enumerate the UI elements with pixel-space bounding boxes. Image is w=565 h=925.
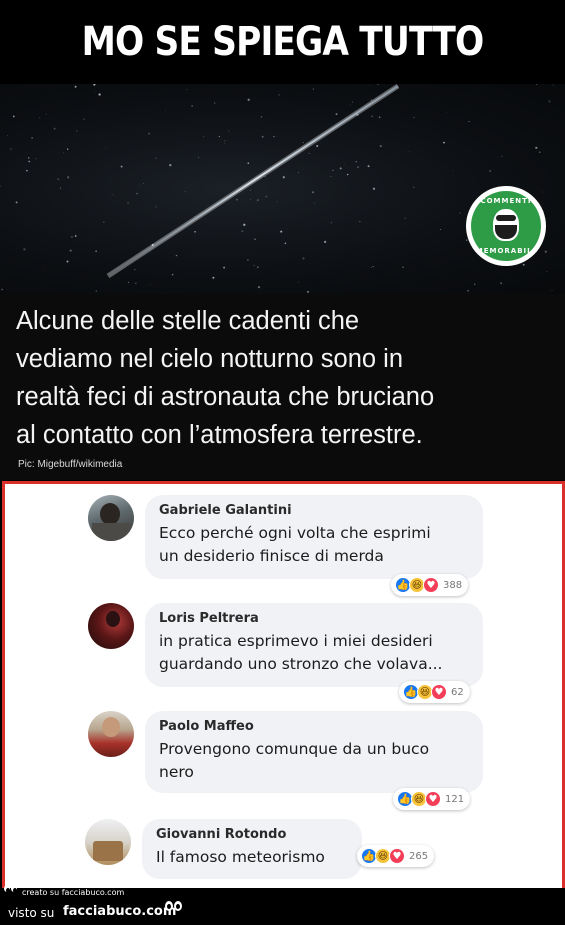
comment-line: Il famoso meteorismo	[156, 848, 325, 866]
site-link[interactable]: facciabuco.com	[63, 904, 176, 919]
avatar[interactable]	[88, 495, 134, 541]
comment-line: Ecco perché ogni volta che esprimi	[159, 524, 431, 542]
love-icon: ♥	[431, 684, 447, 700]
avatar[interactable]	[85, 819, 131, 865]
comment-author[interactable]: Paolo Maffeo	[159, 719, 469, 734]
reaction-count: 265	[409, 850, 429, 862]
created-on-text: creato su facciabuco.com	[22, 888, 125, 897]
eyes-logo-icon	[165, 901, 182, 911]
comment-text: Il famoso meteorismo	[156, 846, 348, 869]
comment-text: Ecco perché ogni volta che esprimi un de…	[159, 522, 469, 568]
reaction-count: 121	[445, 793, 465, 805]
reaction-summary[interactable]: 👍 😆 ♥ 388	[391, 574, 469, 596]
comment-line: in pratica esprimevo i miei desideri	[159, 632, 433, 650]
reaction-summary[interactable]: 👍 😆 ♥ 121	[393, 788, 471, 810]
love-icon: ♥	[423, 577, 439, 593]
visto-su-text: visto su	[8, 906, 55, 920]
reaction-count: 62	[451, 686, 464, 698]
commenti-memorabili-logo: COMMENTI MEMORABILI	[466, 186, 546, 266]
reaction-summary[interactable]: 👍 😆 ♥ 265	[357, 845, 435, 867]
meme-headline: MO SE SPIEGA TUTTO	[39, 0, 526, 84]
avatar[interactable]	[88, 603, 134, 649]
love-icon: ♥	[425, 791, 441, 807]
meme-caption: Alcune delle stelle cadenti che vediamo …	[16, 302, 556, 454]
comment-bubble: Giovanni Rotondo Il famoso meteorismo	[142, 819, 362, 879]
reaction-count: 388	[443, 579, 463, 591]
bearded-face-icon	[493, 209, 519, 241]
badge-bottom-text: MEMORABILI	[475, 247, 537, 255]
comment-line: un desiderio finisce di merda	[159, 547, 384, 565]
love-icon: ♥	[389, 848, 405, 864]
caption-line: al contatto con l’atmosfera terrestre.	[16, 421, 423, 449]
comment-author[interactable]: Loris Peltrera	[159, 611, 469, 626]
shooting-star-graphic	[0, 84, 554, 294]
comment-bubble: Paolo Maffeo Provengono comunque da un b…	[145, 711, 483, 793]
caption-line: vediamo nel cielo notturno sono in	[16, 345, 403, 373]
avatar[interactable]	[88, 711, 134, 757]
comment-line: nero	[159, 763, 194, 781]
comment-bubble: Gabriele Galantini Ecco perché ogni volt…	[145, 495, 483, 579]
badge-top-text: COMMENTI	[480, 197, 532, 205]
caption-line: Alcune delle stelle cadenti che	[16, 307, 360, 335]
comment-line: Provengono comunque da un buco	[159, 740, 430, 758]
caption-line: realtà feci di astronauta che bruciano	[16, 383, 435, 411]
reaction-summary[interactable]: 👍 😆 ♥ 62	[399, 681, 470, 703]
comment-bubble: Loris Peltrera in pratica esprimevo i mi…	[145, 603, 483, 687]
comment-line: guardando uno stronzo che volava...	[159, 655, 443, 673]
comments-panel: Gabriele Galantini Ecco perché ogni volt…	[2, 481, 565, 891]
eyes-logo-icon	[4, 885, 17, 893]
night-sky-photo	[0, 84, 565, 294]
comment-author[interactable]: Giovanni Rotondo	[156, 827, 348, 842]
footer: creato su facciabuco.com visto su faccia…	[0, 885, 565, 925]
comment-author[interactable]: Gabriele Galantini	[159, 503, 469, 518]
caption-area: Alcune delle stelle cadenti che vediamo …	[0, 294, 565, 480]
comment-text: Provengono comunque da un buco nero	[159, 738, 469, 784]
photo-credit: Pic: Migebuff/wikimedia	[18, 459, 123, 470]
comment-text: in pratica esprimevo i miei desideri gua…	[159, 630, 469, 676]
